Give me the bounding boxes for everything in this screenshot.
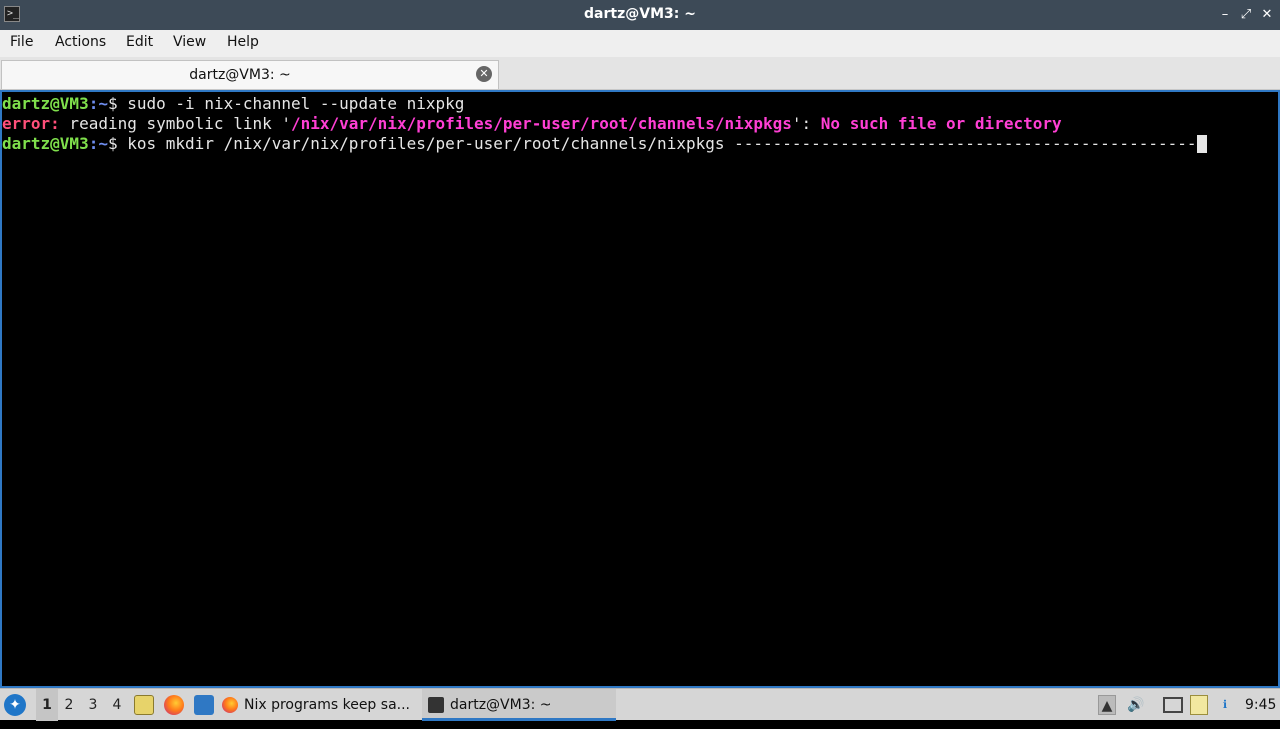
- tab-terminal[interactable]: dartz@VM3: ~ ✕: [1, 60, 499, 89]
- command-text: kos mkdir /nix/var/nix/profiles/per-user…: [127, 134, 1197, 153]
- error-path: /nix/var/nix/profiles/per-user/root/chan…: [290, 114, 792, 133]
- taskbar-window-terminal[interactable]: dartz@VM3: ~: [422, 689, 616, 721]
- terminal-line: dartz@VM3:~$ kos mkdir /nix/var/nix/prof…: [2, 134, 1207, 154]
- close-button[interactable]: ✕: [1258, 6, 1276, 24]
- firefox-icon[interactable]: [164, 695, 184, 715]
- show-desktop-icon[interactable]: [194, 695, 214, 715]
- close-circle-icon[interactable]: ✕: [476, 66, 492, 82]
- tab-bar: dartz@VM3: ~ ✕: [0, 57, 1280, 90]
- clock[interactable]: 9:45: [1245, 697, 1276, 729]
- prompt-end: $: [107, 134, 128, 153]
- prompt-end: $: [107, 94, 128, 113]
- taskbar: ✦ 1 2 3 4 Nix programs keep sa... dartz@…: [0, 688, 1280, 721]
- menu-actions[interactable]: Actions: [55, 34, 106, 50]
- prompt-path: ~: [98, 94, 108, 113]
- removable-media-icon[interactable]: ▲: [1098, 695, 1116, 715]
- taskbar-window-label: dartz@VM3: ~: [450, 697, 552, 713]
- volume-icon[interactable]: 🔊: [1126, 695, 1146, 715]
- minimize-button[interactable]: –: [1216, 6, 1234, 24]
- network-icon[interactable]: [1163, 697, 1183, 713]
- terminal-line: dartz@VM3:~$ sudo -i nix-channel --updat…: [2, 94, 464, 114]
- window-titlebar[interactable]: >_ dartz@VM3: ~ – ⤢ ✕: [0, 0, 1280, 30]
- taskbar-window-firefox[interactable]: Nix programs keep sa...: [222, 689, 412, 721]
- desktop-3[interactable]: 3: [86, 697, 100, 729]
- text-cursor: [1196, 135, 1207, 153]
- terminal-area[interactable]: dartz@VM3:~$ sudo -i nix-channel --updat…: [0, 90, 1280, 688]
- prompt-path: ~: [98, 134, 108, 153]
- menu-help[interactable]: Help: [227, 34, 259, 50]
- desktop-2[interactable]: 2: [62, 697, 76, 729]
- maximize-button[interactable]: ⤢: [1237, 6, 1255, 24]
- prompt-separator: :: [88, 134, 99, 153]
- error-label: error:: [2, 114, 60, 133]
- menu-file[interactable]: File: [10, 34, 33, 50]
- desktop-1[interactable]: 1: [36, 689, 58, 721]
- prompt-user-host: dartz@VM3: [2, 94, 89, 113]
- menu-bar: File Actions Edit View Help: [0, 30, 1280, 57]
- prompt-separator: :: [88, 94, 99, 113]
- menu-edit[interactable]: Edit: [126, 34, 153, 50]
- taskbar-window-label: Nix programs keep sa...: [244, 697, 410, 713]
- tab-label: dartz@VM3: ~: [189, 67, 291, 83]
- lxqt-start-icon[interactable]: ✦: [4, 694, 26, 716]
- clipboard-icon[interactable]: [1190, 695, 1208, 715]
- error-text: reading symbolic link ': [59, 114, 291, 133]
- terminal-line: error: reading symbolic link '/nix/var/n…: [2, 114, 1062, 134]
- file-manager-icon[interactable]: [134, 695, 154, 715]
- notification-icon[interactable]: ℹ: [1215, 695, 1235, 715]
- firefox-icon: [222, 697, 238, 713]
- window-title: dartz@VM3: ~: [584, 6, 696, 22]
- error-message: No such file or directory: [820, 114, 1062, 133]
- error-text: ':: [791, 114, 821, 133]
- command-text: sudo -i nix-channel --update nixpkg: [127, 94, 465, 113]
- desktop-4[interactable]: 4: [110, 697, 124, 729]
- terminal-icon: [428, 697, 444, 713]
- menu-view[interactable]: View: [173, 34, 206, 50]
- prompt-user-host: dartz@VM3: [2, 134, 89, 153]
